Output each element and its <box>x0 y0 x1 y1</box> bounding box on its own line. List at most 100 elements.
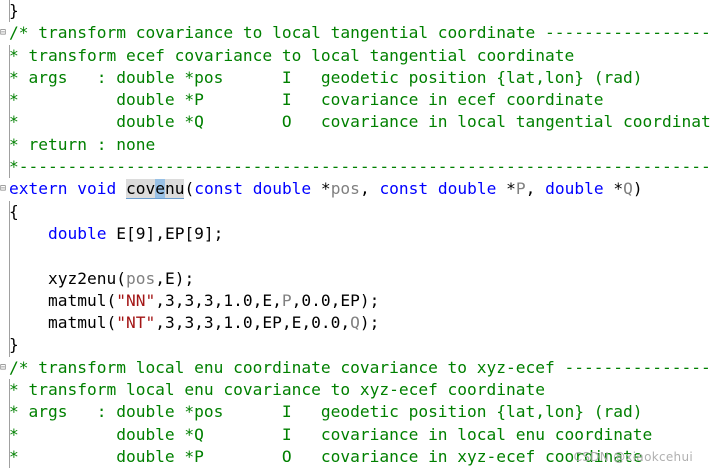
comment-text: * transform ecef covariance to local tan… <box>9 45 575 65</box>
comment-text: * double *Q I covariance in local enu co… <box>9 424 653 444</box>
keyword: double <box>437 179 497 199</box>
function-name: nu <box>164 179 185 199</box>
declaration: E[9],EP[9]; <box>106 223 224 243</box>
code-text: * transform local enu covariance to xyz-… <box>9 379 545 401</box>
code-text: double E[9],EP[9]; <box>9 223 223 245</box>
parameter: Q <box>623 179 633 199</box>
keyword: void <box>77 179 117 199</box>
comment-text: /* transform covariance to local tangent… <box>9 23 711 43</box>
paren: ( <box>106 313 117 333</box>
arguments: ,3,3,3,1.0,EP,E,0.0, <box>155 313 351 333</box>
code-line[interactable] <box>0 245 711 268</box>
function-call: xyz2enu <box>47 268 117 288</box>
comment-text: * double *P I covariance in ecef coordin… <box>9 90 604 110</box>
code-text: /* transform covariance to local tangent… <box>9 22 711 44</box>
fold-toggle-icon[interactable]: ⊟ <box>0 181 7 196</box>
arguments: ); <box>359 313 380 333</box>
arguments: ,0.0,EP); <box>291 290 380 310</box>
code-text: * double *P I covariance in ecef coordin… <box>9 89 604 111</box>
code-line[interactable]: { <box>0 200 711 223</box>
parameter: pos <box>125 268 156 288</box>
brace: } <box>9 1 19 20</box>
code-text: } <box>9 334 19 356</box>
code-line[interactable]: * transform local enu covariance to xyz-… <box>0 379 711 402</box>
code-line[interactable]: ⊟/* transform local enu coordinate covar… <box>0 357 711 379</box>
paren: ( <box>106 290 117 310</box>
code-line[interactable]: } <box>0 334 711 357</box>
comment-text: * args : double *pos I geodetic position… <box>9 402 643 422</box>
arguments: ,3,3,3,1.0,E, <box>155 290 282 310</box>
function-name-highlight[interactable]: covenu <box>125 179 185 200</box>
code-text: matmul("NT",3,3,3,1.0,EP,E,0.0,Q); <box>9 312 379 334</box>
code-line[interactable]: *---------------------------------------… <box>0 156 711 179</box>
code-line[interactable]: ⊟/* transform covariance to local tangen… <box>0 22 711 44</box>
function-call: matmul <box>47 290 107 310</box>
comment-text: * args : double *pos I geodetic position… <box>9 67 643 87</box>
code-line[interactable]: * args : double *pos I geodetic position… <box>0 66 711 90</box>
code-line[interactable]: double E[9],EP[9]; <box>0 222 711 246</box>
text-cursor: e <box>155 179 165 199</box>
function-name: cov <box>125 179 156 199</box>
keyword: extern <box>9 179 68 199</box>
code-line[interactable]: * transform ecef covariance to local tan… <box>0 44 711 67</box>
code-text: { <box>9 201 19 223</box>
code-text: xyz2enu(pos,E); <box>9 268 194 290</box>
code-line[interactable]: ⊟ extern void covenu(const double *pos, c… <box>0 178 711 200</box>
separator: , <box>359 179 380 199</box>
arguments: ,E); <box>155 268 195 288</box>
comment-text: * double *P O covariance in xyz-ecef coo… <box>9 446 643 466</box>
code-line[interactable]: * return : none <box>0 133 711 157</box>
paren: ) <box>632 179 643 199</box>
brace: { <box>9 201 19 221</box>
code-line[interactable]: * double *Q I covariance in local enu co… <box>0 423 711 446</box>
code-text: * double *Q O covariance in local tangen… <box>9 111 711 133</box>
keyword: double <box>47 223 107 243</box>
parameter: pos <box>330 179 360 199</box>
separator: , <box>525 179 546 199</box>
code-line[interactable]: * double *Q O covariance in local tangen… <box>0 111 711 134</box>
code-text: extern void covenu(const double *pos, co… <box>9 178 643 200</box>
keyword: double <box>252 179 312 199</box>
comment-text: /* transform local enu coordinate covari… <box>9 357 711 377</box>
code-text: * transform ecef covariance to local tan… <box>9 45 574 67</box>
parameter: Q <box>350 313 360 333</box>
parameter: P <box>515 179 526 199</box>
code-line[interactable]: * double *P I covariance in ecef coordin… <box>0 89 711 112</box>
code-line[interactable]: matmul("NT",3,3,3,1.0,EP,E,0.0,Q); <box>0 312 711 335</box>
code-text: } <box>9 0 19 22</box>
string-literal: "NN" <box>116 290 156 310</box>
code-text: * args : double *pos I geodetic position… <box>9 401 642 423</box>
fold-toggle-icon[interactable]: ⊟ <box>0 25 7 40</box>
code-line[interactable]: xyz2enu(pos,E); <box>0 267 711 290</box>
parameter: P <box>281 290 292 310</box>
fold-guide <box>9 245 10 268</box>
keyword: const <box>379 179 429 199</box>
string-literal: "NT" <box>116 313 156 333</box>
comment-text: * transform local enu covariance to xyz-… <box>9 380 546 400</box>
pointer: * <box>496 179 516 199</box>
code-line[interactable]: * args : double *pos I geodetic position… <box>0 401 711 424</box>
code-text: /* transform local enu coordinate covari… <box>9 357 711 379</box>
code-line[interactable]: } <box>0 0 711 23</box>
code-text: *---------------------------------------… <box>9 156 711 178</box>
code-line[interactable]: matmul("NN",3,3,3,1.0,E,P,0.0,EP); <box>0 289 711 313</box>
paren: ( <box>184 179 195 199</box>
paren: ( <box>116 268 126 288</box>
pointer: * <box>311 179 331 199</box>
code-text: * args : double *pos I geodetic position… <box>9 67 642 89</box>
fold-toggle-icon[interactable]: ⊟ <box>0 360 7 375</box>
code-text: * double *P O covariance in xyz-ecef coo… <box>9 446 642 468</box>
watermark: CSDN @xiaokcehui <box>573 450 693 464</box>
comment-text: * return : none <box>9 134 156 154</box>
keyword: double <box>545 179 604 199</box>
code-text: * double *Q I covariance in local enu co… <box>9 424 652 446</box>
code-editor[interactable]: } ⊟/* transform covariance to local tange… <box>0 0 711 468</box>
